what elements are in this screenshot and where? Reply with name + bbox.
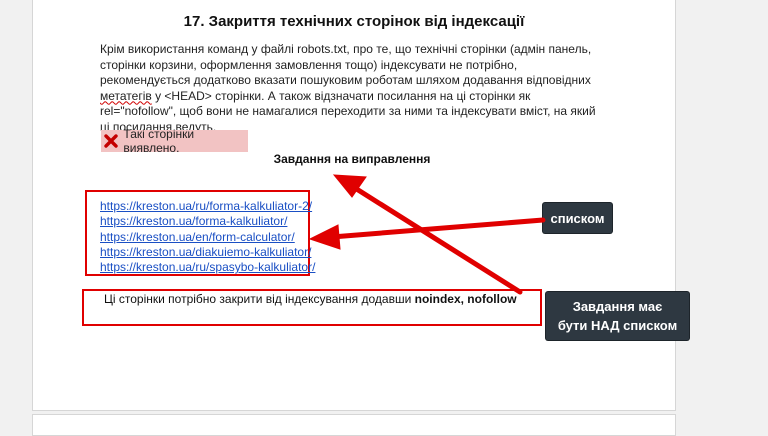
section-title: 17. Закриття технічних сторінок від інде… [183,13,525,30]
callout-task-position: Завдання має бути НАД списком [546,292,689,340]
link-item[interactable]: https://kreston.ua/diakuiemo-kalkuliator… [100,245,315,260]
callout-task-line-1: Завдання має [572,299,663,314]
next-document-page [32,414,676,436]
note-line: Ці сторінки потрібно закрити від індексу… [104,292,517,306]
callout-task-line-2: бути НАД списком [557,318,678,333]
note-text: Ці сторінки потрібно закрити від індексу… [104,292,415,306]
link-list: https://kreston.ua/ru/forma-kalkuliator-… [100,199,315,275]
section-paragraph: Крім використання команд у файлі robots.… [100,42,600,135]
found-status: Такі сторінки виявлено. [101,127,248,155]
found-status-label: Такі сторінки виявлено. [123,127,195,155]
link-item[interactable]: https://kreston.ua/ru/spasybo-kalkuliato… [100,260,315,275]
red-cross-icon [104,134,118,148]
link-item[interactable]: https://kreston.ua/en/form-calculator/ [100,230,315,245]
paragraph-misspelled-word: метатегів [100,88,152,103]
link-item[interactable]: https://kreston.ua/ru/forma-kalkuliator-… [100,199,315,214]
task-heading: Завдання на виправлення [273,152,431,166]
link-item[interactable]: https://kreston.ua/forma-kalkuliator/ [100,214,315,229]
callout-list: списком [543,203,612,233]
note-bold-text: noindex, nofollow [414,292,517,306]
paragraph-text-1: Крім використання команд у файлі robots.… [100,42,592,87]
